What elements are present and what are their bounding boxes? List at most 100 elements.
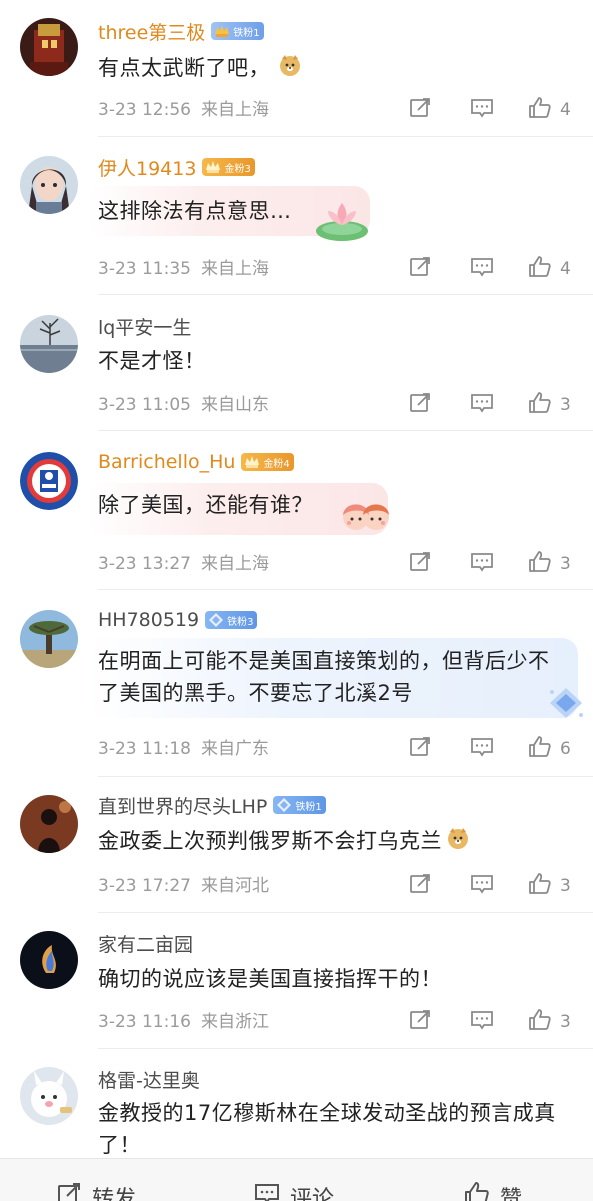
- comment-icon: [470, 1008, 494, 1036]
- like-button[interactable]: 3: [528, 392, 571, 418]
- comment-text: 有点太武断了吧，: [98, 52, 565, 86]
- comment-item: Barrichello_Hu 金粉4 除了美国，还能有谁？ 3-23 13:27…: [0, 431, 593, 590]
- username[interactable]: Barrichello_Hu: [98, 451, 235, 473]
- share-icon: [408, 391, 432, 419]
- username[interactable]: 格雷-达里奥: [98, 1066, 200, 1093]
- comment-time: 3-23 12:56: [98, 100, 191, 120]
- comment-location: 来自浙江: [200, 1012, 269, 1032]
- avatar[interactable]: [20, 18, 78, 76]
- comment-location: 来自上海: [200, 100, 269, 120]
- username[interactable]: 直到世界的尽头LHP: [98, 792, 267, 819]
- comment-meta: 3-23 11:35 来自上海: [98, 257, 269, 281]
- comment-item: 直到世界的尽头LHP 铁粉1 金政委上次预判俄罗斯不会打乌克兰 3-23 17:…: [0, 777, 593, 913]
- comment-time: 3-23 11:18: [98, 739, 191, 759]
- comment-actions: 3: [408, 1009, 578, 1035]
- like-button[interactable]: 4: [528, 97, 571, 123]
- comment-icon: [254, 1181, 290, 1201]
- reply-button[interactable]: [470, 1009, 494, 1035]
- thumbs-up-icon: [528, 391, 552, 419]
- comment-time: 3-23 11:16: [98, 1012, 191, 1032]
- reply-button[interactable]: [470, 873, 494, 899]
- comment-meta: 3-23 11:05 来自山东: [98, 393, 269, 417]
- comment-author: 直到世界的尽头LHP 铁粉1: [98, 791, 326, 819]
- reply-button[interactable]: [470, 97, 494, 123]
- doge-emoji-icon: [278, 53, 302, 86]
- thumbs-up-icon: [528, 872, 552, 900]
- share-icon: [408, 872, 432, 900]
- comment-icon: [470, 255, 494, 283]
- comment-actions: 3: [408, 392, 578, 418]
- like-count: 3: [560, 554, 571, 574]
- share-button[interactable]: [408, 256, 432, 282]
- comment-actions: 4: [408, 256, 578, 282]
- like-button[interactable]: 6: [528, 736, 571, 762]
- crown-icon: [243, 453, 261, 471]
- reply-button[interactable]: [470, 736, 494, 762]
- comment-icon: [470, 96, 494, 124]
- comment-author: 格雷-达里奥: [98, 1065, 200, 1093]
- fan-badge: 金粉4: [241, 453, 294, 471]
- reply-button[interactable]: [470, 392, 494, 418]
- like-button[interactable]: 3: [528, 1009, 571, 1035]
- avatar[interactable]: [20, 315, 78, 373]
- reply-button[interactable]: [470, 256, 494, 282]
- share-button[interactable]: [408, 97, 432, 123]
- comment-icon: [470, 735, 494, 763]
- avatar[interactable]: [20, 1067, 78, 1125]
- comment-text: 不是才怪！: [98, 349, 206, 373]
- reply-button[interactable]: [470, 551, 494, 577]
- like-button[interactable]: 3: [528, 551, 571, 577]
- doge-emoji-icon: [446, 826, 470, 859]
- repost-button[interactable]: 转发: [56, 1181, 136, 1201]
- share-button[interactable]: [408, 873, 432, 899]
- comment-item: 格雷-达里奥 金教授的17亿穆斯林在全球发动圣战的预言成真了！: [0, 1049, 593, 1159]
- username[interactable]: 家有二亩园: [98, 930, 193, 957]
- comment-text: 金政委上次预判俄罗斯不会打乌克兰: [98, 825, 565, 859]
- comment-author: Barrichello_Hu 金粉4: [98, 448, 294, 476]
- like-bar-label: 赞: [500, 1187, 523, 1201]
- comment-location: 来自河北: [200, 876, 269, 896]
- thumbs-up-icon: [528, 255, 552, 283]
- comment-time: 3-23 11:35: [98, 259, 191, 279]
- share-button[interactable]: [408, 551, 432, 577]
- share-icon: [408, 735, 432, 763]
- avatar[interactable]: [20, 795, 78, 853]
- like-button[interactable]: 3: [528, 873, 571, 899]
- crown-icon: [204, 158, 222, 176]
- share-button[interactable]: [408, 392, 432, 418]
- avatar[interactable]: [20, 452, 78, 510]
- like-count: 4: [560, 259, 571, 279]
- like-count: 4: [560, 100, 571, 120]
- comment-author: 伊人19413 金粉3: [98, 153, 255, 181]
- comment-text: 确切的说应该是美国直接指挥干的！: [98, 967, 442, 991]
- comment-author: HH780519 铁粉3: [98, 606, 258, 634]
- comment-meta: 3-23 13:27 来自上海: [98, 552, 269, 576]
- share-button[interactable]: [408, 1009, 432, 1035]
- comment-icon: [470, 872, 494, 900]
- comment-bar-button[interactable]: 评论: [254, 1181, 334, 1201]
- comment-text: 金教授的17亿穆斯林在全球发动圣战的预言成真了！: [98, 1101, 556, 1157]
- comment-location: 来自山东: [200, 395, 269, 415]
- diamond-icon: [275, 796, 293, 814]
- thumbs-up-icon: [464, 1181, 500, 1201]
- comment-item: 家有二亩园 确切的说应该是美国直接指挥干的！ 3-23 11:16 来自浙江 3: [0, 913, 593, 1049]
- like-count: 3: [560, 395, 571, 415]
- repost-label: 转发: [92, 1187, 137, 1201]
- like-bar-button[interactable]: 赞: [464, 1181, 522, 1201]
- like-button[interactable]: 4: [528, 256, 571, 282]
- username[interactable]: 伊人19413: [98, 154, 196, 181]
- thumbs-up-icon: [528, 1008, 552, 1036]
- comment-actions: 6: [408, 736, 578, 762]
- comment-bar-label: 评论: [290, 1187, 335, 1201]
- bottom-action-bar: 转发 评论 赞: [0, 1158, 593, 1201]
- avatar[interactable]: [20, 931, 78, 989]
- username[interactable]: three第三极: [98, 18, 205, 45]
- avatar[interactable]: [20, 156, 78, 214]
- avatar[interactable]: [20, 610, 78, 668]
- share-button[interactable]: [408, 736, 432, 762]
- thumbs-up-icon: [528, 735, 552, 763]
- comment-icon: [470, 391, 494, 419]
- username[interactable]: lq平安一生: [98, 313, 191, 340]
- username[interactable]: HH780519: [98, 609, 199, 631]
- comment-time: 3-23 17:27: [98, 876, 191, 896]
